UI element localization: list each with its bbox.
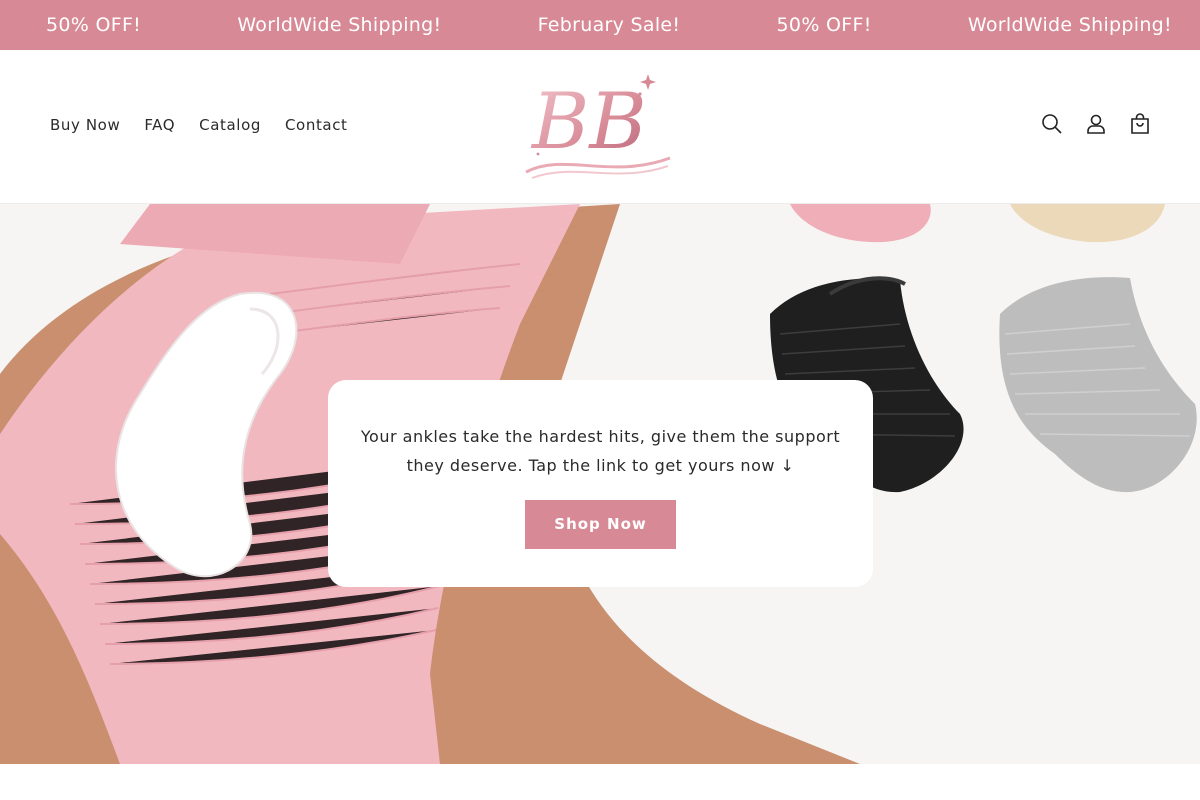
cart-icon[interactable] (1128, 112, 1152, 136)
announcement-item: WorldWide Shipping! (237, 14, 442, 36)
shop-now-button[interactable]: Shop Now (525, 500, 676, 549)
nav-link-buy-now[interactable]: Buy Now (50, 116, 120, 134)
announcement-bar: 50% OFF! WorldWide Shipping! February Sa… (0, 0, 1200, 50)
hero-message-card: Your ankles take the hardest hits, give … (328, 380, 873, 587)
hero-banner: Your ankles take the hardest hits, give … (0, 204, 1200, 764)
announcement-item: WorldWide Shipping! (967, 14, 1172, 36)
announcement-item: 50% OFF! (46, 14, 142, 36)
account-icon[interactable] (1084, 112, 1108, 136)
brand-logo[interactable]: BB (520, 68, 675, 180)
nav-link-faq[interactable]: FAQ (144, 116, 175, 134)
brand-logo-mark: BB (525, 74, 671, 179)
announcement-item: 50% OFF! (776, 14, 872, 36)
logo-letters: BB (530, 77, 647, 167)
nav-link-catalog[interactable]: Catalog (199, 116, 261, 134)
header-icons (1040, 112, 1152, 136)
main-nav: Buy Now FAQ Catalog Contact (50, 116, 348, 134)
announcement-item: February Sale! (537, 14, 681, 36)
site-header: Buy Now FAQ Catalog Contact BB (0, 50, 1200, 204)
nav-link-contact[interactable]: Contact (285, 116, 348, 134)
search-icon[interactable] (1040, 112, 1064, 136)
hero-message: Your ankles take the hardest hits, give … (360, 427, 841, 475)
